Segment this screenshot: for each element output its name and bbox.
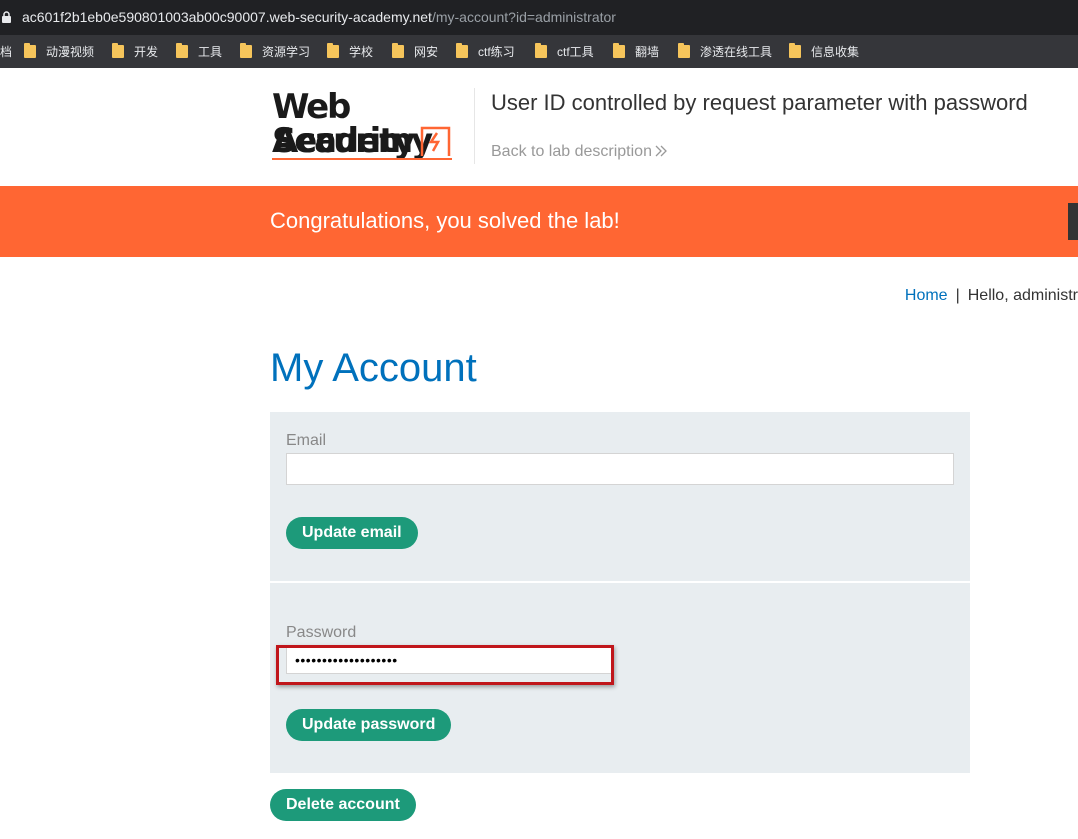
bookmark-item[interactable]: 资源学习 bbox=[240, 42, 311, 59]
bookmark-label: 学校 bbox=[349, 44, 374, 59]
bookmarks-bar: 档 动漫视频 开发 工具 资源学习 学校 网安 ctf练习 ctf工具 翻墙 渗… bbox=[0, 35, 1078, 68]
bookmark-label: 网安 bbox=[414, 44, 439, 59]
nav-separator: | bbox=[955, 287, 960, 304]
lock-icon bbox=[2, 11, 11, 23]
bookmark-item[interactable]: 渗透在线工具 bbox=[678, 42, 773, 59]
bookmark-label: 渗透在线工具 bbox=[700, 44, 773, 59]
bookmark-item[interactable]: ctf工具 bbox=[535, 42, 594, 59]
folder-icon bbox=[240, 42, 252, 58]
page-title: My Account bbox=[270, 346, 477, 390]
greeting-text: Hello, administr bbox=[967, 287, 1078, 304]
bookmark-label: ctf工具 bbox=[557, 44, 594, 59]
back-link-label: Back to lab description bbox=[491, 143, 652, 160]
url-path: /my-account?id=administrator bbox=[431, 9, 616, 25]
password-form: Password bbox=[270, 583, 970, 773]
bookmark-label: 翻墙 bbox=[635, 44, 660, 59]
bookmark-item[interactable]: 动漫视频 bbox=[24, 42, 95, 59]
bookmark-label: ctf练习 bbox=[478, 44, 515, 59]
back-to-lab-link[interactable]: Back to lab description bbox=[491, 143, 668, 161]
header-divider bbox=[474, 88, 475, 164]
bookmark-label: 档 bbox=[0, 44, 13, 59]
folder-icon bbox=[24, 42, 36, 58]
folder-icon bbox=[456, 42, 468, 58]
bookmark-item[interactable]: 网安 bbox=[392, 42, 439, 59]
double-chevron-right-icon bbox=[655, 145, 667, 157]
lab-title: User ID controlled by request parameter … bbox=[491, 90, 1028, 115]
folder-icon bbox=[678, 42, 690, 58]
bookmark-item[interactable]: 信息收集 bbox=[789, 42, 860, 59]
folder-icon bbox=[535, 42, 547, 58]
update-email-button[interactable]: Update email bbox=[286, 517, 418, 549]
bookmark-item[interactable]: 学校 bbox=[327, 42, 374, 59]
email-input[interactable] bbox=[286, 453, 954, 485]
folder-icon bbox=[327, 42, 339, 58]
folder-icon bbox=[392, 42, 404, 58]
solved-banner: Congratulations, you solved the lab! bbox=[0, 186, 1078, 257]
folder-icon bbox=[789, 42, 801, 58]
delete-account-button[interactable]: Delete account bbox=[270, 789, 416, 821]
bookmark-item[interactable]: 翻墙 bbox=[613, 42, 660, 59]
bookmark-item[interactable]: 工具 bbox=[176, 42, 223, 59]
web-security-academy-logo[interactable]: Web Security Academy bbox=[272, 88, 472, 164]
bookmark-label: 工具 bbox=[198, 44, 223, 59]
logo-mark-icon bbox=[420, 126, 451, 156]
folder-icon bbox=[613, 42, 625, 58]
logo-underline bbox=[272, 158, 452, 160]
bookmark-label: 动漫视频 bbox=[46, 44, 95, 59]
bookmark-label: 开发 bbox=[134, 44, 159, 59]
email-form: Email bbox=[270, 412, 970, 581]
solved-message: Congratulations, you solved the lab! bbox=[270, 208, 620, 233]
browser-url-bar[interactable]: ac601f2b1eb0e590801003ab00c90007.web-sec… bbox=[0, 0, 1078, 35]
update-password-button[interactable]: Update password bbox=[286, 709, 452, 741]
password-input[interactable] bbox=[286, 646, 612, 674]
logo-line-2: Academy bbox=[272, 121, 433, 161]
folder-icon bbox=[176, 42, 188, 58]
home-link[interactable]: Home bbox=[905, 287, 948, 304]
bookmark-label: 资源学习 bbox=[262, 44, 311, 59]
folder-icon bbox=[112, 42, 124, 58]
bookmark-item[interactable]: ctf练习 bbox=[456, 42, 515, 59]
share-button-edge[interactable] bbox=[1068, 203, 1078, 240]
top-nav: Home | Hello, administr bbox=[905, 287, 1078, 305]
password-label: Password bbox=[286, 624, 357, 641]
bookmark-label: 信息收集 bbox=[811, 44, 860, 59]
bookmark-item[interactable]: 档 bbox=[0, 43, 12, 59]
bookmark-item[interactable]: 开发 bbox=[112, 42, 159, 59]
email-label: Email bbox=[286, 432, 327, 449]
url-text[interactable]: ac601f2b1eb0e590801003ab00c90007.web-sec… bbox=[22, 9, 616, 25]
url-host: ac601f2b1eb0e590801003ab00c90007.web-sec… bbox=[22, 9, 432, 25]
